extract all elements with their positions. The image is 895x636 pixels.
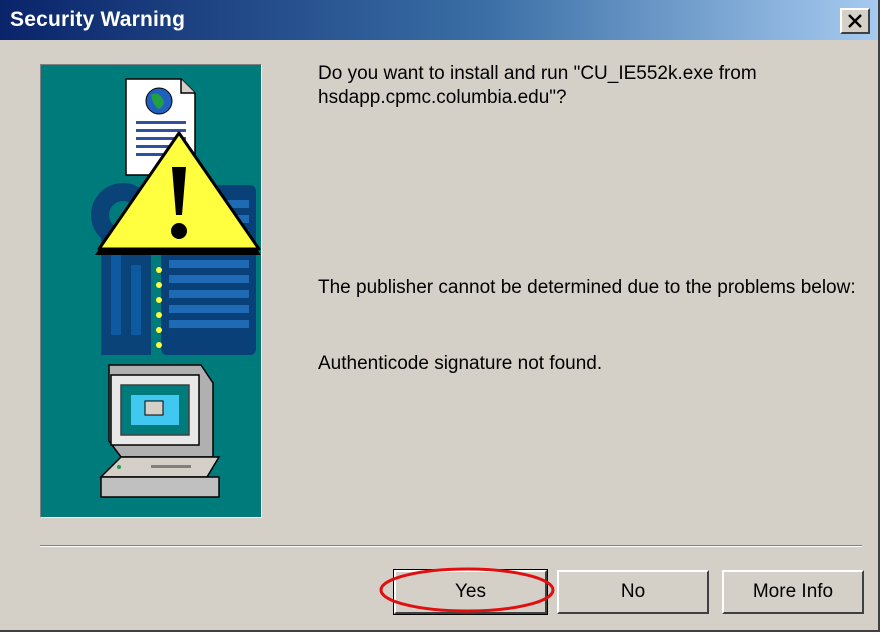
security-warning-dialog: Security Warning Do you want to install … (0, 0, 880, 632)
close-button[interactable] (840, 8, 870, 34)
install-question: Do you want to install and run "CU_IE552… (318, 63, 757, 108)
computer-icon (99, 364, 221, 498)
security-illustration (40, 64, 262, 518)
no-button[interactable]: No (557, 570, 709, 614)
title-bar: Security Warning (0, 0, 878, 40)
more-info-button[interactable]: More Info (722, 570, 864, 614)
signature-status: Authenticode signature not found. (318, 353, 603, 374)
window-title: Security Warning (10, 8, 186, 31)
publisher-warning: The publisher cannot be determined due t… (318, 277, 856, 298)
button-separator (40, 545, 862, 547)
yes-button[interactable]: Yes (393, 569, 548, 615)
